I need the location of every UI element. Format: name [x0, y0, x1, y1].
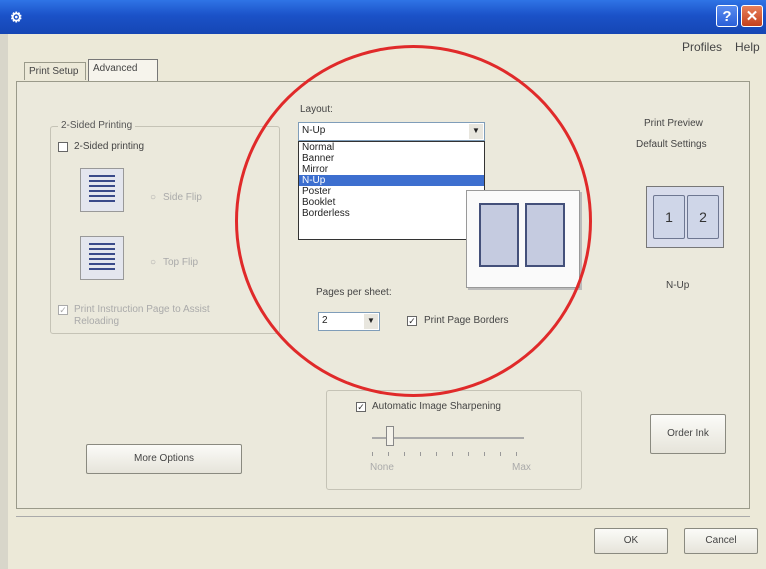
top-flip-radio[interactable]: ○: [150, 257, 156, 268]
sharpening-min-label: None: [370, 462, 394, 473]
print-preview-image: 1 2: [646, 186, 724, 248]
side-flip-radio[interactable]: ○: [150, 192, 156, 203]
tab-print-setup[interactable]: Print Setup: [24, 62, 86, 80]
sharpening-slider-track[interactable]: [372, 437, 524, 439]
two-sided-legend: 2-Sided Printing: [58, 120, 136, 131]
image-sharpening-label: Automatic Image Sharpening: [372, 401, 501, 412]
print-preview-title: Print Preview: [644, 118, 703, 129]
sharpening-slider-ticks: [372, 452, 526, 456]
ok-button[interactable]: OK: [594, 528, 668, 554]
preview-page-1: 1: [653, 195, 685, 239]
instruction-page-checkbox[interactable]: ✓: [58, 305, 68, 315]
menu-help[interactable]: Help: [735, 40, 760, 54]
image-sharpening-checkbox[interactable]: ✓: [356, 402, 366, 412]
title-bar: ⚙ ? ✕: [0, 0, 766, 34]
sharpening-max-label: Max: [512, 462, 531, 473]
help-title-button[interactable]: ?: [716, 5, 738, 27]
tab-advanced[interactable]: Advanced: [88, 59, 158, 81]
instruction-page-label: Print Instruction Page to Assist Reloadi…: [74, 304, 210, 327]
print-preview-subtitle: Default Settings: [636, 139, 707, 150]
menu-profiles[interactable]: Profiles: [682, 40, 722, 54]
two-sided-checkbox-label: 2-Sided printing: [74, 141, 145, 152]
top-flip-icon: [80, 236, 124, 280]
order-ink-button[interactable]: Order Ink: [650, 414, 726, 454]
close-button[interactable]: ✕: [741, 5, 763, 27]
side-flip-icon: [80, 168, 124, 212]
preview-page-2: 2: [687, 195, 719, 239]
annotation-circle: [235, 45, 592, 397]
bottom-divider: [16, 516, 750, 517]
cancel-button[interactable]: Cancel: [684, 528, 758, 554]
side-flip-label: Side Flip: [163, 192, 202, 203]
printer-properties-icon: ⚙: [10, 9, 23, 25]
two-sided-checkbox[interactable]: [58, 142, 68, 152]
sharpening-slider-thumb[interactable]: [386, 426, 394, 446]
more-options-button[interactable]: More Options: [86, 444, 242, 474]
top-flip-label: Top Flip: [163, 257, 199, 268]
preview-mode-label: N-Up: [666, 280, 690, 291]
